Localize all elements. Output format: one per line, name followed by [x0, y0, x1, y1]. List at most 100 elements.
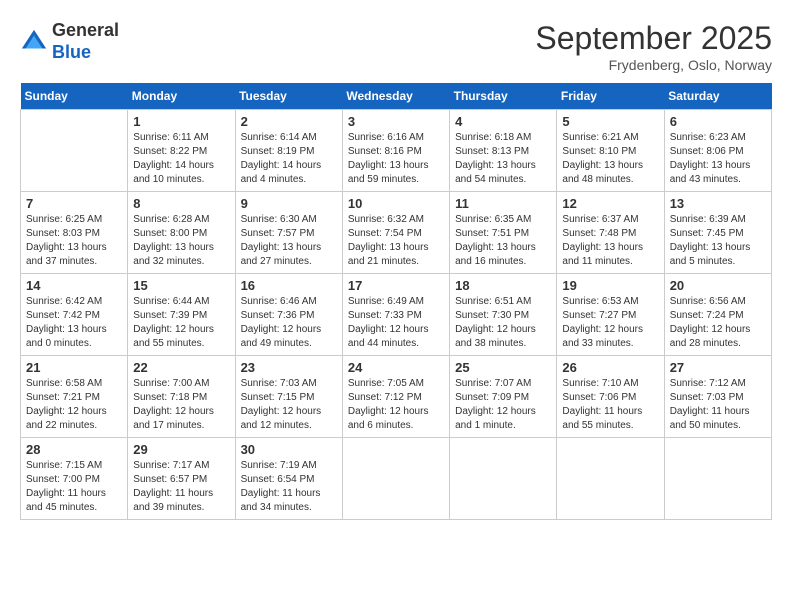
day-detail: Sunrise: 6:58 AM Sunset: 7:21 PM Dayligh…	[26, 377, 122, 433]
calendar-cell	[557, 438, 664, 520]
day-number: 4	[455, 114, 551, 129]
calendar-body: 1 Sunrise: 6:11 AM Sunset: 8:22 PM Daylig…	[21, 110, 772, 520]
day-detail: Sunrise: 6:28 AM Sunset: 8:00 PM Dayligh…	[133, 213, 229, 269]
day-detail: Sunrise: 6:23 AM Sunset: 8:06 PM Dayligh…	[670, 131, 766, 187]
title-block: September 2025 Frydenberg, Oslo, Norway	[535, 20, 772, 73]
day-detail: Sunrise: 6:30 AM Sunset: 7:57 PM Dayligh…	[241, 213, 337, 269]
day-detail: Sunrise: 6:49 AM Sunset: 7:33 PM Dayligh…	[348, 295, 444, 351]
day-detail: Sunrise: 6:56 AM Sunset: 7:24 PM Dayligh…	[670, 295, 766, 351]
calendar-cell: 11Sunrise: 6:35 AM Sunset: 7:51 PM Dayli…	[450, 192, 557, 274]
day-number: 7	[26, 196, 122, 211]
weekday-saturday: Saturday	[664, 83, 771, 110]
day-number: 26	[562, 360, 658, 375]
day-number: 25	[455, 360, 551, 375]
calendar-cell: 4 Sunrise: 6:18 AM Sunset: 8:13 PM Daylig…	[450, 110, 557, 192]
week-row-2: 7 Sunrise: 6:25 AM Sunset: 8:03 PM Daylig…	[21, 192, 772, 274]
page-header: General Blue September 2025 Frydenberg, …	[20, 20, 772, 73]
day-number: 21	[26, 360, 122, 375]
weekday-header-row: SundayMondayTuesdayWednesdayThursdayFrid…	[21, 83, 772, 110]
calendar-cell: 9 Sunrise: 6:30 AM Sunset: 7:57 PM Daylig…	[235, 192, 342, 274]
logo: General Blue	[20, 20, 119, 63]
calendar-cell: 1 Sunrise: 6:11 AM Sunset: 8:22 PM Daylig…	[128, 110, 235, 192]
day-number: 20	[670, 278, 766, 293]
week-row-3: 14 Sunrise: 6:42 AM Sunset: 7:42 PM Dayli…	[21, 274, 772, 356]
day-detail: Sunrise: 6:18 AM Sunset: 8:13 PM Dayligh…	[455, 131, 551, 187]
day-detail: Sunrise: 7:10 AM Sunset: 7:06 PM Dayligh…	[562, 377, 658, 433]
week-row-5: 28Sunrise: 7:15 AM Sunset: 7:00 PM Dayli…	[21, 438, 772, 520]
day-detail: Sunrise: 6:25 AM Sunset: 8:03 PM Dayligh…	[26, 213, 122, 269]
calendar-cell: 10Sunrise: 6:32 AM Sunset: 7:54 PM Dayli…	[342, 192, 449, 274]
day-number: 29	[133, 442, 229, 457]
day-detail: Sunrise: 6:46 AM Sunset: 7:36 PM Dayligh…	[241, 295, 337, 351]
weekday-wednesday: Wednesday	[342, 83, 449, 110]
day-number: 24	[348, 360, 444, 375]
day-number: 5	[562, 114, 658, 129]
day-detail: Sunrise: 6:39 AM Sunset: 7:45 PM Dayligh…	[670, 213, 766, 269]
day-number: 30	[241, 442, 337, 457]
day-detail: Sunrise: 7:17 AM Sunset: 6:57 PM Dayligh…	[133, 459, 229, 515]
day-detail: Sunrise: 6:44 AM Sunset: 7:39 PM Dayligh…	[133, 295, 229, 351]
weekday-friday: Friday	[557, 83, 664, 110]
calendar-cell	[342, 438, 449, 520]
calendar-cell: 21 Sunrise: 6:58 AM Sunset: 7:21 PM Dayli…	[21, 356, 128, 438]
day-number: 22	[133, 360, 229, 375]
calendar-cell: 17 Sunrise: 6:49 AM Sunset: 7:33 PM Dayli…	[342, 274, 449, 356]
calendar-cell: 15 Sunrise: 6:44 AM Sunset: 7:39 PM Dayli…	[128, 274, 235, 356]
day-number: 14	[26, 278, 122, 293]
day-number: 8	[133, 196, 229, 211]
week-row-1: 1 Sunrise: 6:11 AM Sunset: 8:22 PM Daylig…	[21, 110, 772, 192]
calendar-cell	[664, 438, 771, 520]
calendar-cell: 25 Sunrise: 7:07 AM Sunset: 7:09 PM Dayli…	[450, 356, 557, 438]
day-detail: Sunrise: 7:19 AM Sunset: 6:54 PM Dayligh…	[241, 459, 337, 515]
calendar-cell: 24 Sunrise: 7:05 AM Sunset: 7:12 PM Dayli…	[342, 356, 449, 438]
calendar-cell: 12 Sunrise: 6:37 AM Sunset: 7:48 PM Dayli…	[557, 192, 664, 274]
day-detail: Sunrise: 6:42 AM Sunset: 7:42 PM Dayligh…	[26, 295, 122, 351]
weekday-sunday: Sunday	[21, 83, 128, 110]
day-detail: Sunrise: 6:11 AM Sunset: 8:22 PM Dayligh…	[133, 131, 229, 187]
calendar-header: SundayMondayTuesdayWednesdayThursdayFrid…	[21, 83, 772, 110]
day-number: 15	[133, 278, 229, 293]
day-number: 18	[455, 278, 551, 293]
day-number: 10	[348, 196, 444, 211]
weekday-tuesday: Tuesday	[235, 83, 342, 110]
logo-icon	[20, 28, 48, 56]
calendar-cell: 2Sunrise: 6:14 AM Sunset: 8:19 PM Daylig…	[235, 110, 342, 192]
calendar-cell: 23Sunrise: 7:03 AM Sunset: 7:15 PM Dayli…	[235, 356, 342, 438]
calendar-cell: 14 Sunrise: 6:42 AM Sunset: 7:42 PM Dayli…	[21, 274, 128, 356]
calendar-table: SundayMondayTuesdayWednesdayThursdayFrid…	[20, 83, 772, 520]
day-detail: Sunrise: 7:05 AM Sunset: 7:12 PM Dayligh…	[348, 377, 444, 433]
calendar-cell	[21, 110, 128, 192]
calendar-cell: 6Sunrise: 6:23 AM Sunset: 8:06 PM Daylig…	[664, 110, 771, 192]
day-number: 11	[455, 196, 551, 211]
calendar-cell: 26 Sunrise: 7:10 AM Sunset: 7:06 PM Dayli…	[557, 356, 664, 438]
day-number: 3	[348, 114, 444, 129]
calendar-cell: 30 Sunrise: 7:19 AM Sunset: 6:54 PM Dayli…	[235, 438, 342, 520]
week-row-4: 21 Sunrise: 6:58 AM Sunset: 7:21 PM Dayli…	[21, 356, 772, 438]
calendar-cell: 27Sunrise: 7:12 AM Sunset: 7:03 PM Dayli…	[664, 356, 771, 438]
day-number: 19	[562, 278, 658, 293]
calendar-cell: 18Sunrise: 6:51 AM Sunset: 7:30 PM Dayli…	[450, 274, 557, 356]
day-number: 1	[133, 114, 229, 129]
day-number: 12	[562, 196, 658, 211]
day-number: 9	[241, 196, 337, 211]
calendar-cell: 16 Sunrise: 6:46 AM Sunset: 7:36 PM Dayli…	[235, 274, 342, 356]
calendar-cell: 20 Sunrise: 6:56 AM Sunset: 7:24 PM Dayli…	[664, 274, 771, 356]
day-detail: Sunrise: 7:00 AM Sunset: 7:18 PM Dayligh…	[133, 377, 229, 433]
day-detail: Sunrise: 7:07 AM Sunset: 7:09 PM Dayligh…	[455, 377, 551, 433]
day-detail: Sunrise: 7:03 AM Sunset: 7:15 PM Dayligh…	[241, 377, 337, 433]
calendar-cell: 28Sunrise: 7:15 AM Sunset: 7:00 PM Dayli…	[21, 438, 128, 520]
location: Frydenberg, Oslo, Norway	[535, 57, 772, 73]
day-detail: Sunrise: 7:12 AM Sunset: 7:03 PM Dayligh…	[670, 377, 766, 433]
day-number: 17	[348, 278, 444, 293]
calendar-cell: 3 Sunrise: 6:16 AM Sunset: 8:16 PM Daylig…	[342, 110, 449, 192]
day-number: 2	[241, 114, 337, 129]
day-number: 13	[670, 196, 766, 211]
day-number: 28	[26, 442, 122, 457]
day-detail: Sunrise: 6:16 AM Sunset: 8:16 PM Dayligh…	[348, 131, 444, 187]
day-detail: Sunrise: 6:37 AM Sunset: 7:48 PM Dayligh…	[562, 213, 658, 269]
calendar-cell: 5Sunrise: 6:21 AM Sunset: 8:10 PM Daylig…	[557, 110, 664, 192]
day-number: 16	[241, 278, 337, 293]
calendar-cell: 13 Sunrise: 6:39 AM Sunset: 7:45 PM Dayli…	[664, 192, 771, 274]
calendar-cell: 22 Sunrise: 7:00 AM Sunset: 7:18 PM Dayli…	[128, 356, 235, 438]
calendar-cell: 7 Sunrise: 6:25 AM Sunset: 8:03 PM Daylig…	[21, 192, 128, 274]
